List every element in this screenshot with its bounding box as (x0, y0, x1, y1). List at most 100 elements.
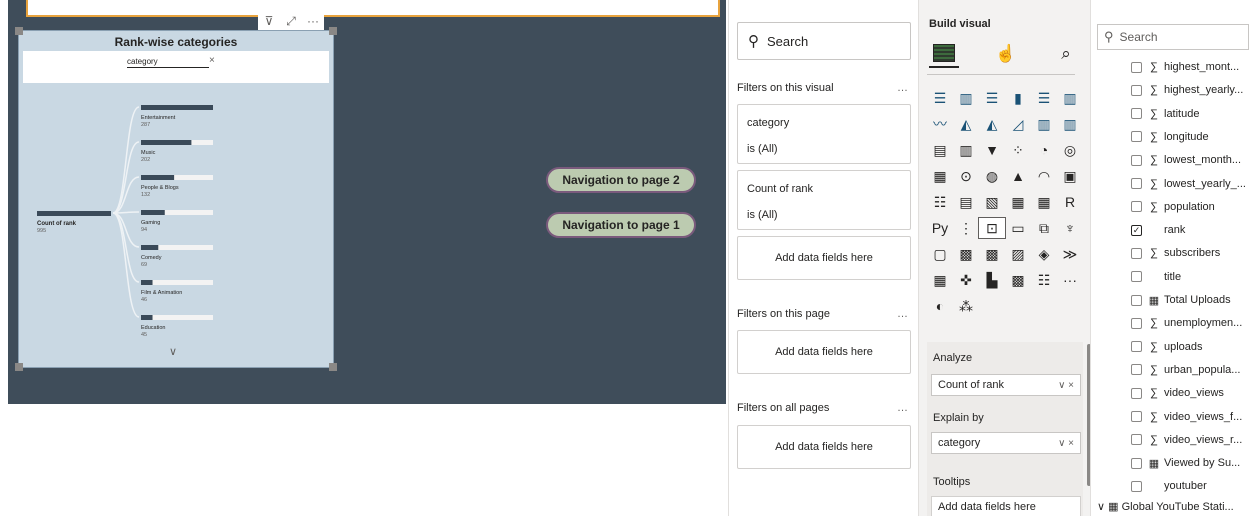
dots-icon[interactable]: ⁂ (953, 296, 979, 316)
field-item[interactable]: ∑ highest_yearly... (1131, 81, 1252, 99)
checkbox[interactable] (1131, 84, 1142, 96)
data-search-input[interactable]: ⚲ Search (1097, 24, 1249, 50)
field-item[interactable]: ▦ Total Uploads (1131, 291, 1252, 309)
checkbox[interactable] (1131, 341, 1142, 353)
matrix-icon[interactable]: ▦ (1031, 192, 1057, 212)
analyze-well[interactable]: Count of rank ∨ × (931, 374, 1081, 396)
treemap-icon[interactable]: ▦ (927, 166, 953, 186)
field-item[interactable]: ✓ rank (1131, 221, 1252, 239)
power-apps-icon[interactable]: ▩ (953, 244, 979, 264)
field-item[interactable]: ∑ video_views_f... (1131, 408, 1252, 426)
checkbox[interactable] (1131, 178, 1142, 189)
focus-mode-icon[interactable]: ⤢ (282, 13, 300, 29)
ribbon-icon[interactable]: ◿ (1005, 114, 1031, 134)
field-item[interactable]: ∑ latitude (1131, 105, 1252, 123)
field-item[interactable]: title (1131, 268, 1252, 286)
line-icon[interactable]: 〰 (927, 114, 953, 134)
navigate-page-2-button[interactable]: Navigation to page 2 (546, 167, 696, 193)
column-line-icon[interactable]: ▥ (953, 140, 979, 160)
gauge-icon[interactable]: ◠ (1031, 166, 1057, 186)
custom-visual-icon[interactable]: ◐ (927, 296, 953, 316)
checkbox[interactable] (1131, 364, 1142, 376)
more-options-icon[interactable]: ··· (304, 13, 322, 29)
filter-icon[interactable]: ⊽ (260, 13, 278, 29)
chevrons-icon[interactable]: ≫ (1057, 244, 1083, 264)
arcgis-icon[interactable]: ▦ (927, 270, 953, 290)
table-item[interactable]: ∨ ▦ Global YouTube Stati... (1097, 500, 1234, 513)
node-bar[interactable] (141, 210, 165, 215)
more-icon[interactable]: ··· (1057, 270, 1083, 290)
checkbox[interactable] (1131, 317, 1142, 329)
checkbox[interactable] (1131, 294, 1142, 306)
build-visual-tab[interactable] (929, 40, 959, 68)
checkbox[interactable] (1131, 434, 1142, 446)
field-item[interactable]: ∑ subscribers (1131, 244, 1252, 262)
more-options-icon[interactable]: … (897, 308, 908, 320)
checkbox[interactable] (1131, 457, 1142, 469)
checkbox[interactable] (1131, 247, 1142, 259)
goals-icon[interactable]: ♆ (1057, 218, 1083, 238)
narrative-icon[interactable]: ⧉ (1031, 218, 1057, 238)
qa-icon[interactable]: ▭ (1005, 218, 1031, 238)
bar-sunburst-icon[interactable]: ▙ (979, 270, 1005, 290)
chevron-down-icon[interactable]: ∨ (169, 345, 177, 358)
decomposition-tree-icon[interactable]: ⊡ (978, 217, 1006, 239)
field-item[interactable]: ∑ urban_popula... (1131, 361, 1252, 379)
power-automate-icon[interactable]: ▩ (979, 244, 1005, 264)
filter-card-category[interactable]: category is (All) (737, 104, 911, 164)
field-item[interactable]: ∑ video_views_r... (1131, 431, 1252, 449)
field-item[interactable]: ∑ highest_mont... (1131, 58, 1252, 76)
node-bar[interactable] (141, 140, 192, 145)
well-controls[interactable]: ∨ × (1058, 438, 1074, 449)
flow-icon[interactable]: ✜ (953, 270, 979, 290)
stacked-column-icon[interactable]: ▥ (953, 88, 979, 108)
area-icon[interactable]: ◭ (953, 114, 979, 134)
list-icon[interactable]: ☷ (1031, 270, 1057, 290)
paginated-icon[interactable]: ▢ (927, 244, 953, 264)
100-column-icon[interactable]: ▥ (1057, 88, 1083, 108)
navigate-page-1-button[interactable]: Navigation to page 1 (546, 212, 696, 238)
filters-search-input[interactable]: ⚲ Search (737, 22, 911, 60)
checkbox[interactable] (1131, 387, 1142, 399)
filter-card-count-of-rank[interactable]: Count of rank is (All) (737, 170, 911, 230)
tooltips-well[interactable]: Add data fields here (931, 496, 1081, 516)
checkbox[interactable] (1131, 201, 1142, 213)
checkbox[interactable] (1131, 154, 1142, 166)
checkbox[interactable] (1131, 480, 1142, 492)
field-item[interactable]: ∑ lowest_yearly_... (1131, 175, 1252, 193)
grid-icon[interactable]: ▩ (1005, 270, 1031, 290)
filled-map-icon[interactable]: ◍ (979, 166, 1005, 186)
multirow-card-icon[interactable]: ☷ (927, 192, 953, 212)
field-item[interactable]: ∑ video_views (1131, 384, 1252, 402)
node-bar[interactable] (141, 105, 213, 110)
slicer-icon[interactable]: ▧ (979, 192, 1005, 212)
checkbox[interactable] (1131, 411, 1142, 422)
checkbox[interactable] (1131, 131, 1142, 143)
card-icon[interactable]: ▣ (1057, 166, 1083, 186)
kpi-icon[interactable]: ▤ (953, 192, 979, 212)
line-column-icon[interactable]: ▥ (1031, 114, 1057, 134)
checkbox[interactable] (1131, 61, 1142, 73)
add-all-pages-filter-field[interactable]: Add data fields here (737, 425, 911, 469)
node-bar[interactable] (141, 315, 153, 320)
node-bar[interactable] (141, 175, 175, 180)
field-item[interactable]: ∑ uploads (1131, 338, 1252, 356)
stacked-area-icon[interactable]: ◭ (979, 114, 1005, 134)
funnel-icon[interactable]: ▼ (979, 140, 1005, 160)
scatter-icon[interactable]: ⁘ (1005, 140, 1031, 160)
r-visual-icon[interactable]: R (1057, 192, 1083, 212)
more-options-icon[interactable]: … (897, 82, 908, 94)
sparkle-icon[interactable]: ▨ (1005, 244, 1031, 264)
root-bar[interactable] (37, 211, 111, 216)
explain-by-well[interactable]: category ∨ × (931, 432, 1081, 454)
waterfall-icon[interactable]: ▤ (927, 140, 953, 160)
decomposition-tree-visual[interactable]: Rank-wise categories category × Count of… (15, 27, 337, 371)
more-options-icon[interactable]: … (897, 402, 908, 414)
line-clustered-icon[interactable]: ▥ (1057, 114, 1083, 134)
field-item[interactable]: ∑ longitude (1131, 128, 1252, 146)
stacked-bar-icon[interactable]: ☰ (927, 88, 953, 108)
clustered-column-icon[interactable]: ▮ (1005, 88, 1031, 108)
python-icon[interactable]: Py (927, 218, 953, 238)
field-item[interactable]: ∑ lowest_month... (1131, 151, 1252, 169)
format-visual-tab[interactable]: ☝ (991, 40, 1021, 68)
